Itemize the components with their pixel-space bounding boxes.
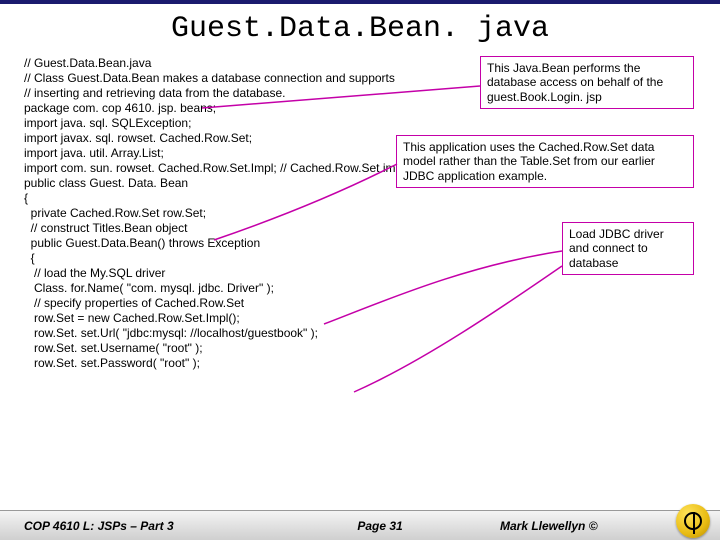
code-line: import java. sql. SQLException; (24, 116, 696, 131)
footer-page: Page 31 (300, 519, 460, 533)
ucf-logo-icon (676, 504, 710, 538)
callout-cached-rowset: This application uses the Cached.Row.Set… (396, 135, 694, 188)
code-line: { (24, 191, 696, 206)
code-line: row.Set. set.Url( "jdbc:mysql: //localho… (24, 326, 696, 341)
code-line: row.Set. set.Password( "root" ); (24, 356, 696, 371)
code-area: // Guest.Data.Bean.java // Class Guest.D… (0, 56, 720, 371)
slide-title: Guest.Data.Bean. java (0, 12, 720, 46)
footer-bar: COP 4610 L: JSPs – Part 3 Page 31 Mark L… (0, 510, 720, 540)
top-border (0, 0, 720, 4)
footer-course: COP 4610 L: JSPs – Part 3 (0, 519, 300, 533)
code-line: // specify properties of Cached.Row.Set (24, 296, 696, 311)
code-line: private Cached.Row.Set row.Set; (24, 206, 696, 221)
callout-jdbc-driver: Load JDBC driver and connect to database (562, 222, 694, 275)
callout-javabean: This Java.Bean performs the database acc… (480, 56, 694, 109)
code-line: row.Set. set.Username( "root" ); (24, 341, 696, 356)
code-line: row.Set = new Cached.Row.Set.Impl(); (24, 311, 696, 326)
code-line: Class. for.Name( "com. mysql. jdbc. Driv… (24, 281, 696, 296)
